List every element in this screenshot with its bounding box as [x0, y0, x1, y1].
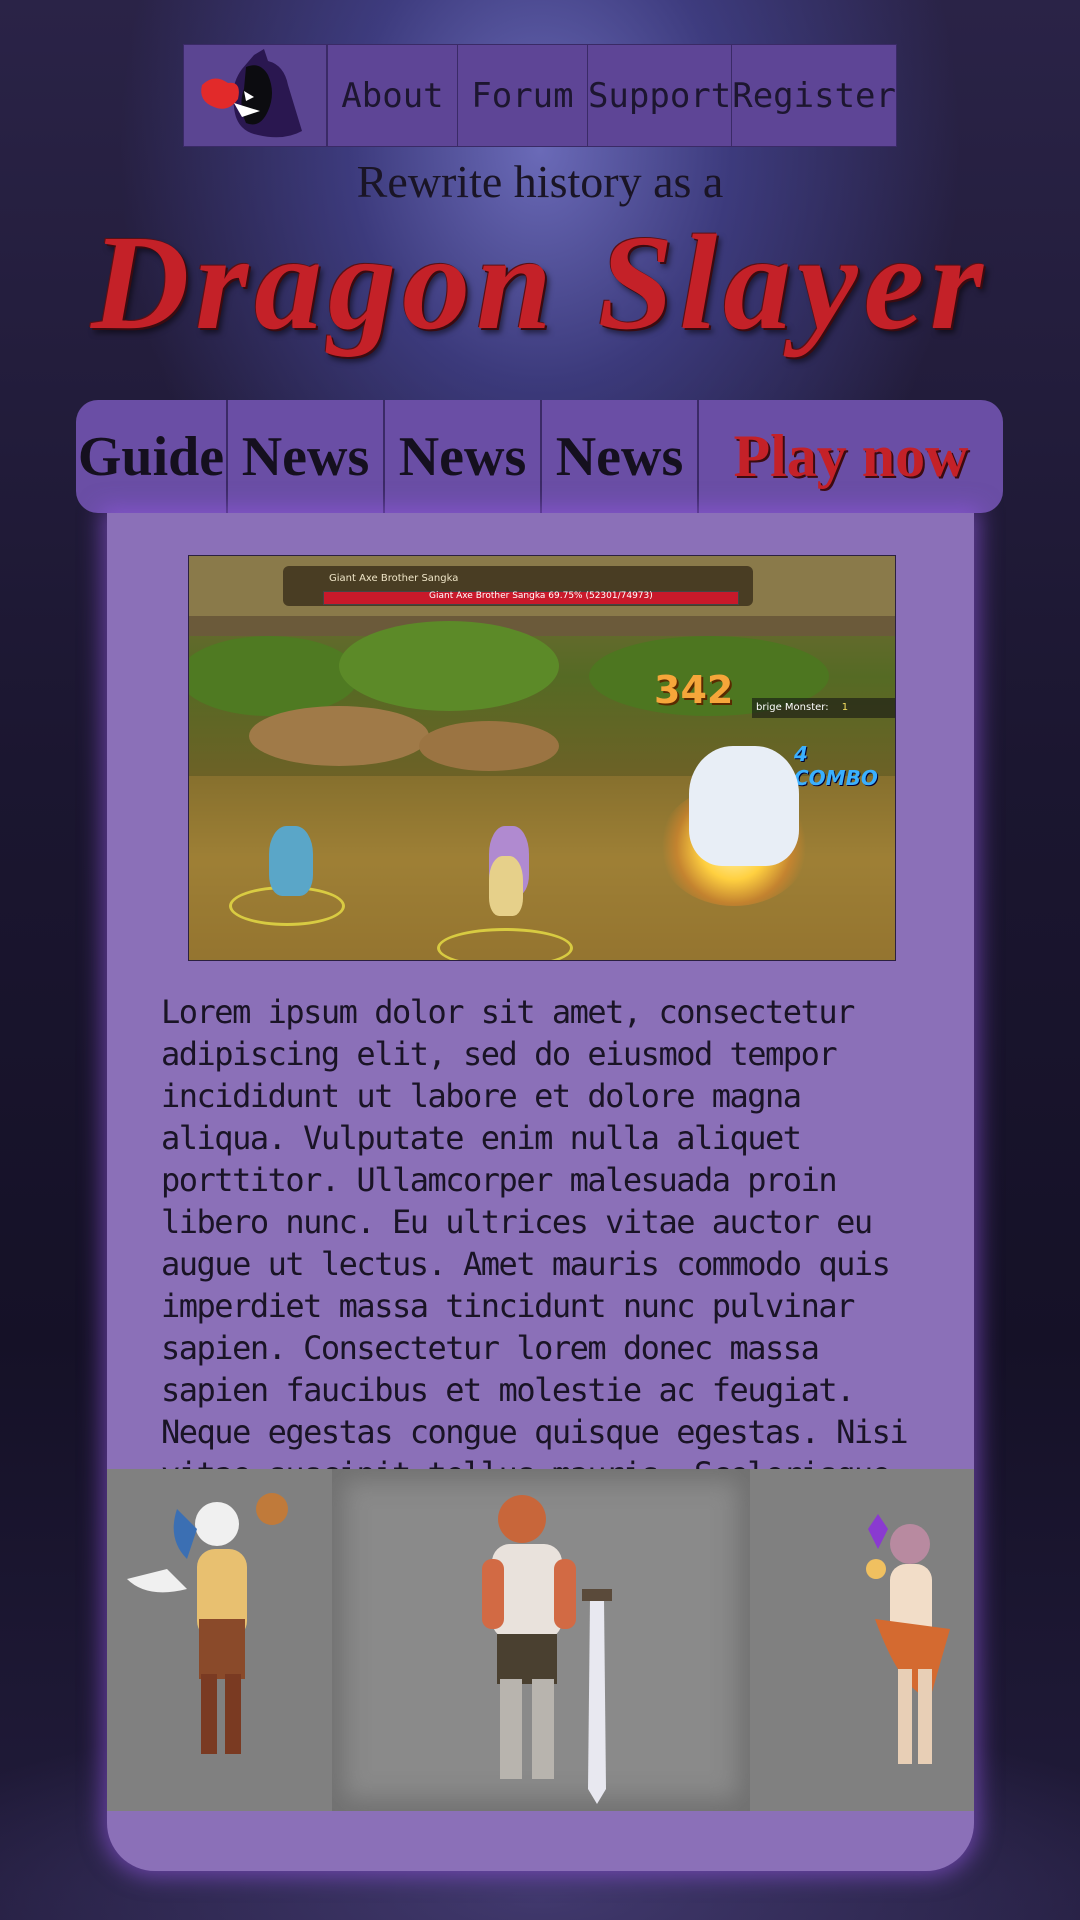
sub-nav: Guide News News News Play now — [76, 400, 1003, 513]
tab-guide[interactable]: Guide — [76, 400, 228, 513]
article-body: Lorem ipsum dolor sit amet, consectetur … — [161, 993, 909, 1535]
nav-support[interactable]: Support — [588, 45, 733, 146]
nav-about[interactable]: About — [328, 45, 458, 146]
content-card: Giant Axe Brother Sangka Giant Axe Broth… — [107, 513, 974, 1871]
skill-ring — [437, 928, 573, 960]
character-card-right[interactable] — [750, 1469, 974, 1811]
combo-counter: 4 COMBO — [794, 742, 878, 790]
monster-count: 1 — [841, 702, 849, 713]
boss-name: Giant Axe Brother Sangka — [329, 573, 459, 584]
character-gallery — [107, 1469, 974, 1811]
tab-news-2[interactable]: News — [385, 400, 542, 513]
character-card-featured[interactable] — [332, 1469, 750, 1811]
monster-counter: brige Monster: 1 — [752, 698, 895, 718]
gameplay-screenshot: Giant Axe Brother Sangka Giant Axe Broth… — [188, 555, 896, 961]
play-now-button[interactable]: Play now — [699, 400, 1003, 513]
top-nav: About Forum Support Register — [183, 44, 897, 147]
nav-forum[interactable]: Forum — [458, 45, 588, 146]
tab-news-3[interactable]: News — [542, 400, 699, 513]
monster-label: brige Monster: — [756, 702, 829, 713]
hero-title: Dragon Slayer — [91, 208, 989, 358]
tab-news-1[interactable]: News — [228, 400, 385, 513]
player-character — [269, 826, 313, 896]
boss-hp-text: Giant Axe Brother Sangka 69.75% (52301/7… — [429, 591, 653, 601]
player-character — [489, 856, 523, 916]
hero-tagline: Rewrite history as a — [356, 156, 724, 207]
character-card-left[interactable] — [107, 1469, 332, 1811]
dragon-logo-icon[interactable] — [184, 45, 328, 146]
boss-monster — [689, 746, 799, 866]
damage-number: 342 — [654, 668, 734, 712]
nav-register[interactable]: Register — [732, 45, 896, 146]
